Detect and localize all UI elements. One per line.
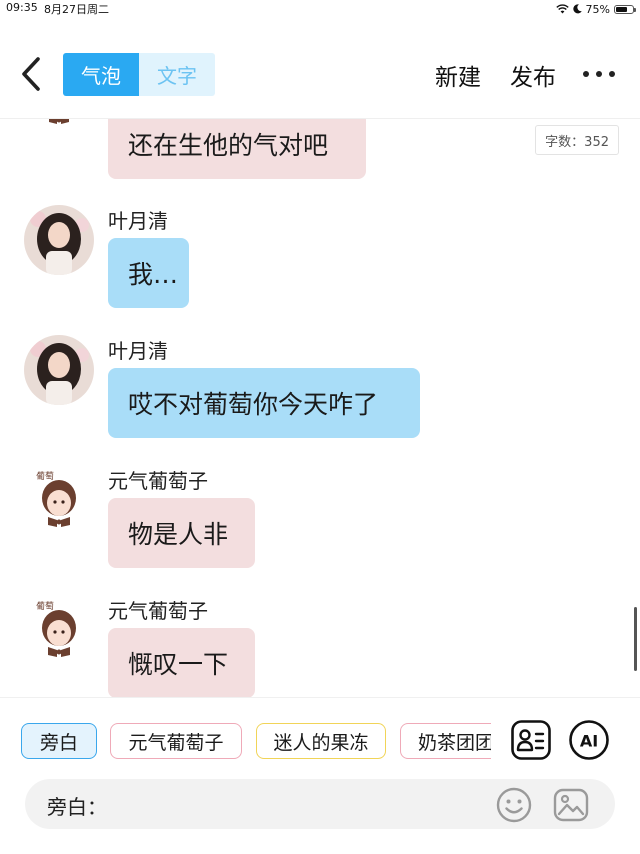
ai-icon[interactable]: AI [568,719,610,761]
chevron-left-icon[interactable] [16,54,48,94]
sender-name: 叶月清 [108,339,168,363]
chibi-girl-avatar[interactable] [24,119,94,137]
chibi-girl-avatar[interactable]: 葡萄 [24,465,94,535]
battery-level [616,6,628,12]
character-selector: 旁白 元气葡萄子 迷人的果冻 奶茶团团 [20,723,491,763]
character-card-icon[interactable] [510,719,552,761]
tab-text[interactable]: 文字 [139,53,215,96]
status-time: 09:35 [6,1,38,14]
message-bubble[interactable]: 还在生他的气对吧 [108,119,366,179]
battery-icon [614,4,636,14]
top-toolbar: 气泡 文字 新建 发布 [0,18,640,119]
message-bubble[interactable]: 物是人非 [108,498,255,568]
ai-icon-label: AI [580,732,598,751]
image-icon[interactable] [552,786,590,824]
photo-girl-avatar[interactable] [24,335,94,405]
message-bubble[interactable]: 哎不对葡萄你今天咋了 [108,368,420,438]
photo-girl-avatar[interactable] [24,205,94,275]
svg-text:葡萄: 葡萄 [36,600,54,612]
tab-bubble[interactable]: 气泡 [63,53,139,96]
status-right: 75% [555,1,636,17]
status-date: 8月27日周二 [44,3,109,16]
sender-name: 元气葡萄子 [108,469,208,493]
character-chip-yuanqi-putaozi[interactable]: 元气葡萄子 [110,723,242,759]
message-bubble[interactable]: 慨叹一下 [108,628,255,697]
composer-panel: 旁白 元气葡萄子 迷人的果冻 奶茶团团 AI 旁白： [0,697,640,854]
word-count-badge: 字数：352 [535,125,619,155]
input-bar: 旁白： [25,779,615,829]
status-bar: 09:35 8月27日周二 75% [0,0,640,18]
publish-button[interactable]: 发布 [510,58,556,92]
character-chip-naicha-tuantuan[interactable]: 奶茶团团 [400,723,491,759]
sender-name: 元气葡萄子 [108,599,208,623]
character-chip-narration[interactable]: 旁白 [21,723,97,759]
chibi-girl-avatar[interactable]: 葡萄 [24,595,94,665]
new-button[interactable]: 新建 [435,58,481,92]
wifi-icon [555,4,569,14]
message-input[interactable] [109,789,493,821]
battery-percent: 75% [585,2,610,16]
sender-name: 叶月清 [108,209,168,233]
moon-icon [572,4,582,14]
character-chip-mirende-guodong[interactable]: 迷人的果冻 [256,723,386,759]
emoji-icon[interactable] [495,786,533,824]
input-speaker-label: 旁白： [47,795,107,819]
chat-area[interactable]: 字数：352 还在生他的气对吧 叶月清 我… 叶月清 哎不对葡萄你今天咋了 葡萄… [0,119,640,697]
chat-scrollbar[interactable] [634,607,637,671]
message-bubble[interactable]: 我… [108,238,189,308]
mode-segmented-control: 气泡 文字 [63,53,215,96]
more-dots-icon[interactable] [583,66,615,82]
svg-text:葡萄: 葡萄 [36,470,54,482]
